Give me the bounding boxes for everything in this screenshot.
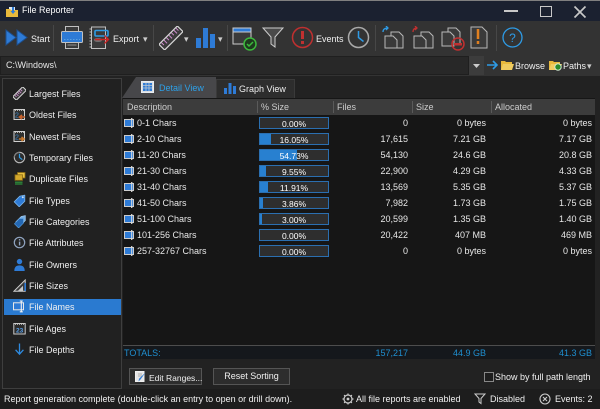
- svg-text:2: 2: [15, 134, 19, 141]
- svg-text:23: 23: [16, 327, 24, 334]
- svg-text:2: 2: [15, 113, 19, 120]
- svg-text:?: ?: [509, 31, 516, 45]
